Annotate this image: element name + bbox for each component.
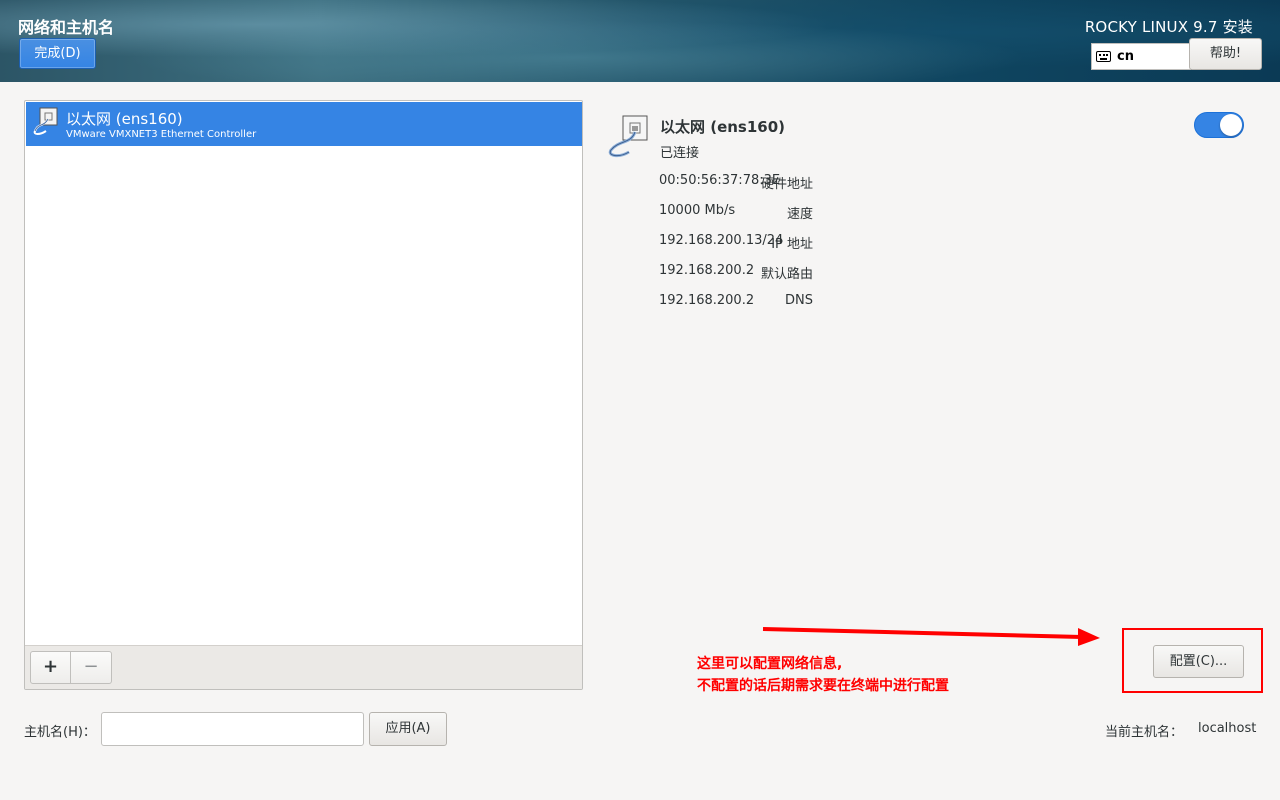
device-list-toolbar: + − — [25, 645, 582, 689]
info-value: 00:50:56:37:78:3E — [659, 173, 781, 188]
info-value: 10000 Mb/s — [659, 203, 736, 218]
hostname-label: 主机名(H)： — [24, 725, 96, 740]
header-bar: 网络和主机名 完成(D) ROCKY LINUX 9.7 安装 cn 帮助! — [0, 0, 1280, 82]
annotation-line-1: 这里可以配置网络信息, — [697, 656, 843, 672]
detail-device-name: 以太网 (ens160) — [660, 118, 786, 136]
ethernet-cable-icon — [605, 114, 655, 164]
toggle-knob — [1220, 114, 1242, 136]
product-title: ROCKY LINUX 9.7 安装 — [1084, 18, 1253, 36]
current-hostname-label: 当前主机名： — [1105, 725, 1184, 740]
connection-status: 已连接 — [660, 146, 700, 161]
device-enable-toggle[interactable] — [1194, 112, 1244, 138]
remove-device-button[interactable]: − — [71, 651, 112, 684]
help-button[interactable]: 帮助! — [1189, 38, 1262, 70]
info-value: 192.168.200.13/24 — [659, 233, 784, 248]
keyboard-layout-label: cn — [1117, 49, 1134, 64]
info-label: 默认路由 — [760, 267, 813, 282]
apply-hostname-button[interactable]: 应用(A) — [369, 712, 447, 746]
info-value: 192.168.200.2 — [659, 293, 755, 308]
keyboard-layout-indicator[interactable]: cn — [1091, 43, 1191, 70]
device-list-item-ens160[interactable]: 以太网 (ens160) VMware VMXNET3 Ethernet Con… — [26, 102, 582, 146]
info-value: 192.168.200.2 — [659, 263, 755, 278]
keyboard-icon — [1096, 51, 1111, 62]
device-description: VMware VMXNET3 Ethernet Controller — [66, 129, 257, 140]
done-button[interactable]: 完成(D) — [19, 38, 96, 69]
info-row-dns: DNS 192.168.200.2 — [560, 293, 1160, 311]
info-label: DNS — [785, 293, 813, 308]
page-title: 网络和主机名 — [18, 18, 115, 37]
current-hostname-value: localhost — [1198, 721, 1257, 736]
info-label: 速度 — [786, 207, 813, 222]
add-device-button[interactable]: + — [30, 651, 71, 684]
info-row-hardware-address: 硬件地址 00:50:56:37:78:3E — [560, 173, 1160, 192]
annotation-arrow-icon — [760, 620, 1105, 650]
info-row-speed: 速度 10000 Mb/s — [560, 203, 1160, 222]
hostname-input[interactable] — [101, 712, 364, 746]
configure-button[interactable]: 配置(C)... — [1153, 645, 1244, 678]
info-row-ip-address: IP 地址 192.168.200.13/24 — [560, 233, 1160, 252]
info-row-default-route: 默认路由 192.168.200.2 — [560, 263, 1160, 282]
annotation-line-2: 不配置的话后期需求要在终端中进行配置 — [697, 678, 949, 694]
device-name: 以太网 (ens160) — [66, 110, 183, 128]
device-list: 以太网 (ens160) VMware VMXNET3 Ethernet Con… — [24, 100, 583, 690]
ethernet-cable-icon — [32, 107, 60, 141]
annotation-note: 这里可以配置网络信息, 不配置的话后期需求要在终端中进行配置 — [697, 653, 949, 697]
